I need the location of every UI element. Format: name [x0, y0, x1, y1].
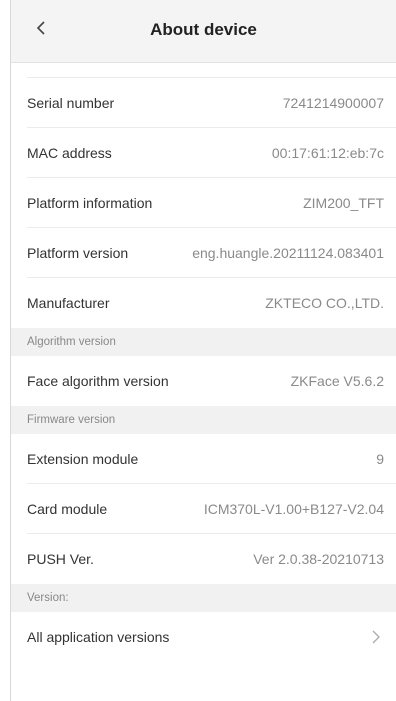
info-row-face-algorithm-version: Face algorithm version ZKFace V5.6.2: [11, 356, 396, 406]
info-row-platform-information: Platform information ZIM200_TFT: [11, 178, 396, 228]
section-header-firmware: Firmware version: [11, 406, 396, 434]
row-value: ICM370L-V1.00+B127-V2.04: [203, 501, 384, 517]
info-row-manufacturer: Manufacturer ZKTECO CO.,LTD.: [11, 278, 396, 328]
section-header-version: Version:: [11, 584, 396, 612]
row-value: 9: [376, 451, 384, 467]
scrolled-row-edge: [27, 63, 396, 78]
all-application-versions-row[interactable]: All application versions: [11, 612, 396, 662]
info-row-card-module: Card module ICM370L-V1.00+B127-V2.04: [11, 484, 396, 534]
header-bar: About device: [11, 0, 396, 63]
row-label: MAC address: [27, 145, 112, 161]
section-header-algorithm: Algorithm version: [11, 328, 396, 356]
page-title: About device: [150, 20, 257, 39]
row-value: Ver 2.0.38-20210713: [253, 551, 384, 567]
row-label: Extension module: [27, 451, 139, 467]
row-label: Face algorithm version: [27, 373, 169, 389]
row-value: 7241214900007: [282, 95, 384, 111]
info-row-extension-module: Extension module 9: [11, 434, 396, 484]
row-label: Platform version: [27, 245, 129, 261]
chevron-right-icon: [368, 629, 384, 645]
row-value: eng.huangle.20211124.083401: [192, 245, 384, 261]
row-label: PUSH Ver.: [27, 551, 94, 567]
info-row-serial-number: Serial number 7241214900007: [11, 78, 396, 128]
row-label: Manufacturer: [27, 295, 110, 311]
device-screen: About device Serial number 7241214900007…: [10, 0, 396, 701]
info-row-mac-address: MAC address 00:17:61:12:eb:7c: [11, 128, 396, 178]
info-row-push-version: PUSH Ver. Ver 2.0.38-20210713: [11, 534, 396, 584]
row-label: Platform information: [27, 195, 153, 211]
info-row-platform-version: Platform version eng.huangle.20211124.08…: [11, 228, 396, 278]
row-label: Card module: [27, 501, 108, 517]
row-value: ZIM200_TFT: [303, 195, 384, 211]
row-label: All application versions: [27, 629, 170, 645]
row-value: 00:17:61:12:eb:7c: [271, 145, 384, 161]
row-label: Serial number: [27, 95, 115, 111]
row-value: ZKFace V5.6.2: [290, 373, 384, 389]
row-value: ZKTECO CO.,LTD.: [265, 295, 384, 311]
